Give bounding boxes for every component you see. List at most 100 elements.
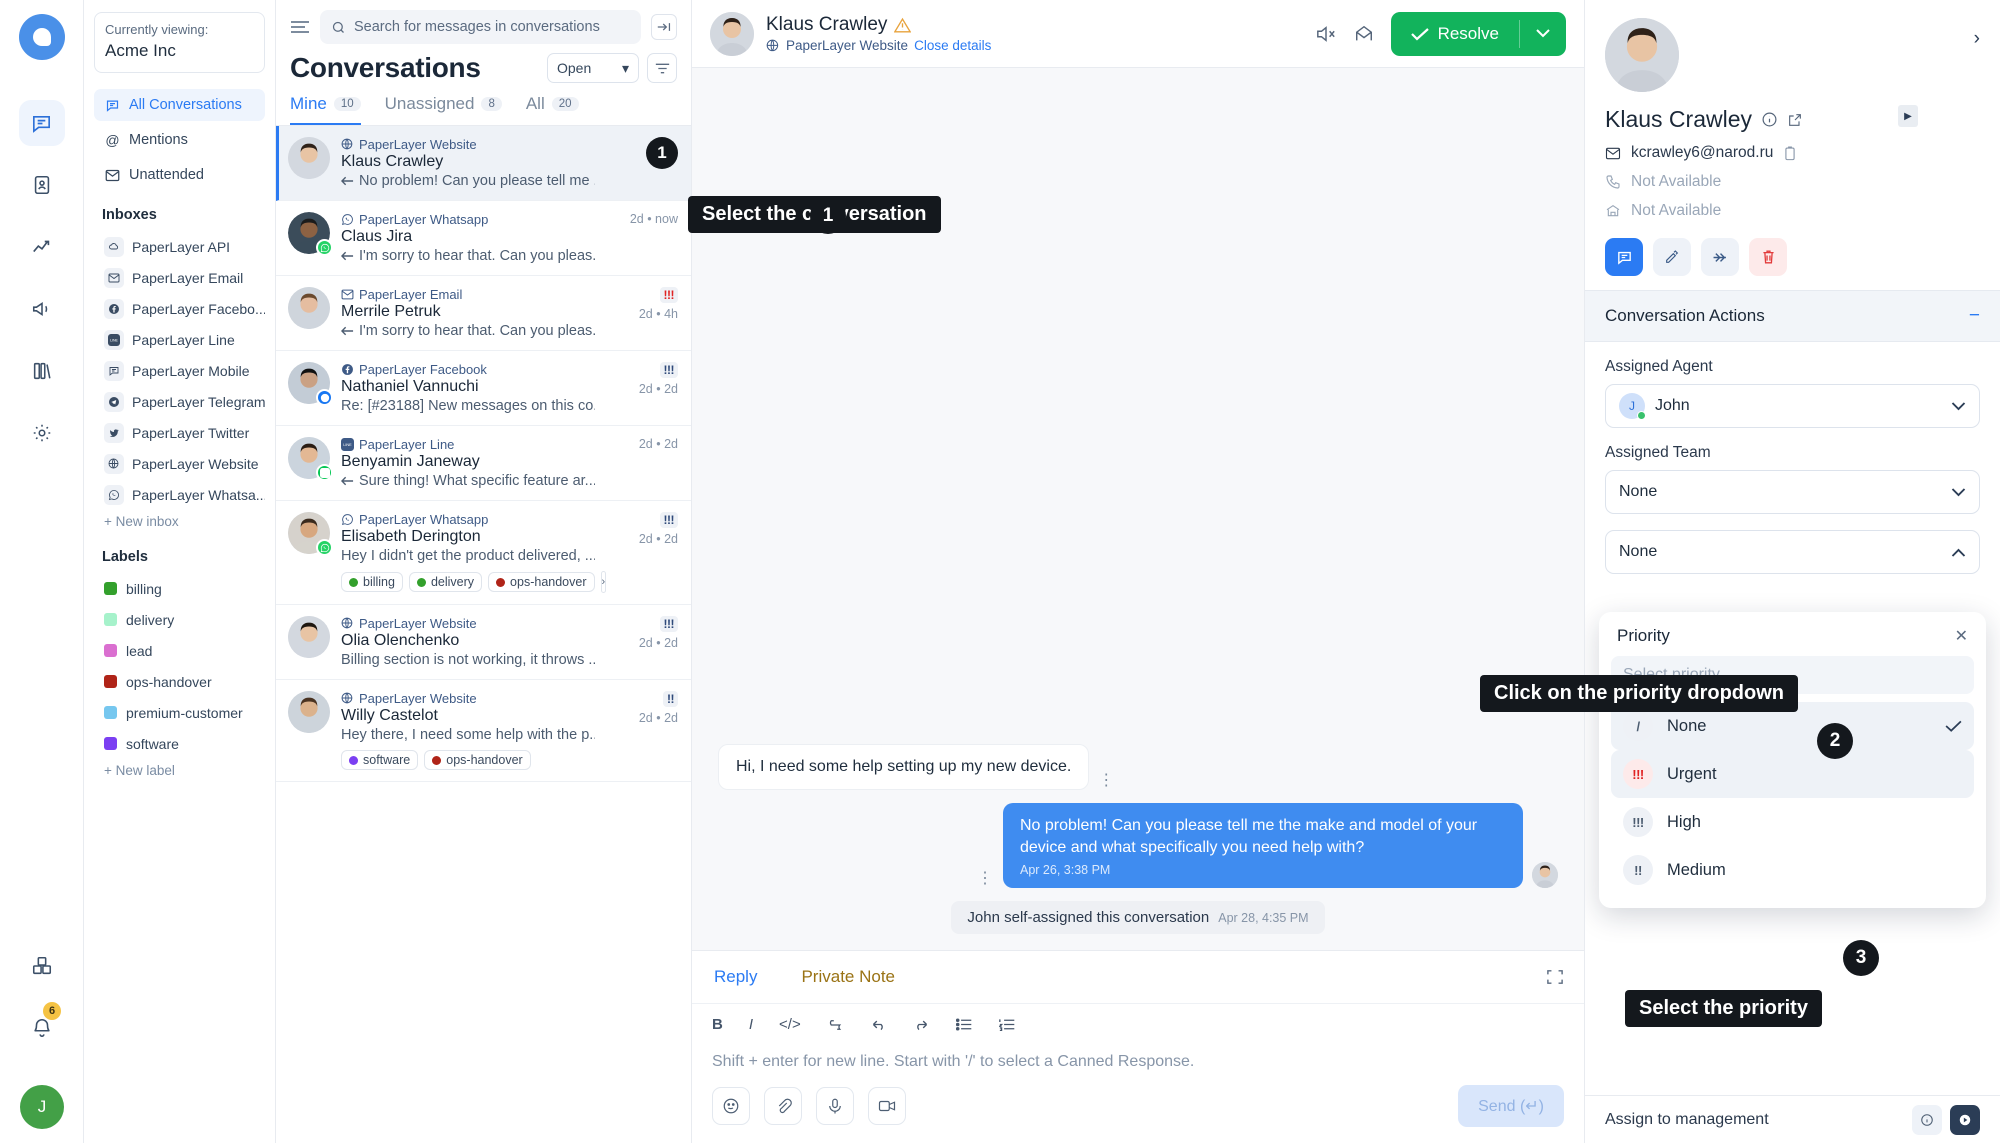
menu-icon[interactable]: [290, 20, 310, 34]
attachment-icon[interactable]: [764, 1087, 802, 1125]
resolve-button[interactable]: Resolve: [1390, 11, 1566, 56]
delete-icon[interactable]: [1749, 238, 1787, 276]
merge-icon[interactable]: [1701, 238, 1739, 276]
inbox-item-paperlayer-api[interactable]: PaperLayer API: [94, 231, 265, 262]
tab-reply[interactable]: Reply: [692, 951, 780, 1003]
message-menu-icon[interactable]: ⋮: [1098, 770, 1115, 790]
label-item-ops-handover[interactable]: ops-handover: [94, 666, 265, 697]
link-icon[interactable]: [827, 1019, 844, 1031]
bold-icon[interactable]: B: [712, 1016, 723, 1033]
open-external-icon[interactable]: [1787, 112, 1803, 128]
redo-icon[interactable]: [913, 1018, 930, 1031]
rail-item-conversations[interactable]: [18, 100, 65, 146]
tab-unassigned[interactable]: Unassigned 8: [385, 94, 502, 125]
conversation-item[interactable]: PaperLayer Whatsapp Elisabeth Derington …: [276, 501, 691, 605]
close-details-link[interactable]: Close details: [914, 38, 991, 53]
label-item-delivery[interactable]: delivery: [94, 604, 265, 635]
inbox-item-paperlayer-email[interactable]: PaperLayer Email: [94, 262, 265, 293]
label-item-software[interactable]: software: [94, 728, 265, 759]
label-item-lead[interactable]: lead: [94, 635, 265, 666]
new-inbox-button[interactable]: + New inbox: [94, 510, 265, 533]
rail-item-notifications[interactable]: 6: [19, 1002, 65, 1051]
send-button[interactable]: Send (↵): [1458, 1085, 1564, 1127]
status-filter-dropdown[interactable]: Open ▾: [547, 53, 639, 83]
conversation-meta: !!! 2d • 2d: [606, 362, 678, 414]
conversation-item[interactable]: PaperLayer Website Klaus Crawley No prob…: [276, 126, 691, 201]
info-icon[interactable]: [1761, 111, 1778, 128]
composer-input[interactable]: Shift + enter for new line. Start with '…: [692, 1037, 1584, 1071]
message-menu-icon[interactable]: ⋮: [977, 868, 994, 888]
collapse-icon[interactable]: −: [1969, 305, 1980, 327]
conversation-tags: software ops-handover: [341, 750, 595, 770]
sidebar-item-mentions[interactable]: @ Mentions: [94, 124, 265, 156]
priority-option-urgent[interactable]: !!! Urgent: [1611, 750, 1974, 798]
tag[interactable]: ops-handover: [488, 572, 595, 592]
italic-icon[interactable]: I: [749, 1016, 753, 1033]
priority-option-medium[interactable]: !! Medium: [1611, 846, 1974, 894]
tab-private-note[interactable]: Private Note: [779, 951, 917, 1003]
inbox-item-paperlayer-facebo[interactable]: PaperLayer Facebo...: [94, 293, 265, 324]
conversation-item[interactable]: PaperLayer Email Merrile Petruk I'm sorr…: [276, 276, 691, 351]
mute-icon[interactable]: [1315, 24, 1337, 44]
priority-option-high[interactable]: !!! High: [1611, 798, 1974, 846]
inbox-item-paperlayer-twitter[interactable]: PaperLayer Twitter: [94, 417, 265, 448]
filter-button[interactable]: [647, 53, 677, 83]
microphone-icon[interactable]: [816, 1087, 854, 1125]
conversation-item[interactable]: PaperLayer Website Willy Castelot Hey th…: [276, 680, 691, 782]
sidebar-item-unattended[interactable]: Unattended: [94, 159, 265, 191]
tag[interactable]: delivery: [408, 572, 483, 592]
play-icon[interactable]: [1950, 1104, 1980, 1135]
rail-item-settings[interactable]: [19, 410, 65, 456]
priority-dropdown[interactable]: None: [1605, 530, 1980, 574]
numbered-list-icon[interactable]: [998, 1018, 1016, 1031]
rail-item-reports[interactable]: [19, 224, 65, 270]
conversation-item[interactable]: PaperLayer Whatsapp Claus Jira I'm sorry…: [276, 201, 691, 276]
tag[interactable]: software: [341, 750, 419, 770]
close-icon[interactable]: ✕: [1955, 626, 1968, 646]
expand-thread-icon[interactable]: ▶: [1898, 105, 1918, 127]
undo-icon[interactable]: [870, 1018, 887, 1031]
code-icon[interactable]: </>: [779, 1016, 801, 1033]
tab-mine[interactable]: Mine 10: [290, 94, 361, 125]
video-icon[interactable]: [868, 1087, 906, 1125]
edit-icon[interactable]: [1653, 238, 1691, 276]
current-user-avatar[interactable]: J: [20, 1085, 64, 1129]
chevron-down-icon: [1951, 401, 1966, 411]
conversation-item[interactable]: PaperLayer Website Olia Olenchenko Billi…: [276, 605, 691, 680]
assigned-agent-dropdown[interactable]: J John: [1605, 384, 1980, 428]
inbox-item-paperlayer-telegram[interactable]: PaperLayer Telegram: [94, 386, 265, 417]
conversation-actions-header[interactable]: Conversation Actions −: [1585, 290, 2000, 342]
share-icon[interactable]: [1353, 24, 1375, 44]
inbox-item-paperlayer-website[interactable]: PaperLayer Website: [94, 448, 265, 479]
conversation-item[interactable]: PaperLayer Facebook Nathaniel Vannuchi R…: [276, 351, 691, 426]
assigned-team-dropdown[interactable]: None: [1605, 470, 1980, 514]
chevron-right-icon[interactable]: ›: [1974, 28, 1980, 50]
chevron-down-icon[interactable]: [1520, 29, 1566, 38]
info-icon[interactable]: [1912, 1104, 1942, 1135]
new-label-button[interactable]: + New label: [94, 759, 265, 782]
label-item-premium-customer[interactable]: premium-customer: [94, 697, 265, 728]
label-item-billing[interactable]: billing: [94, 573, 265, 604]
chat-icon[interactable]: [1605, 238, 1643, 276]
assign-to-management-row[interactable]: Assign to management: [1585, 1095, 2000, 1143]
tag[interactable]: ops-handover: [424, 750, 531, 770]
inbox-item-paperlayer-mobile[interactable]: PaperLayer Mobile: [94, 355, 265, 386]
inbox-item-paperlayer-line[interactable]: LINE PaperLayer Line: [94, 324, 265, 355]
rail-item-help-center[interactable]: [19, 348, 65, 394]
expand-search-button[interactable]: [651, 14, 677, 40]
expand-composer-icon[interactable]: [1546, 969, 1584, 985]
inbox-item-paperlayer-whatsa[interactable]: PaperLayer Whatsa...: [94, 479, 265, 510]
sidebar-item-all-conversations[interactable]: All Conversations: [94, 89, 265, 121]
rail-item-campaigns[interactable]: [19, 286, 65, 332]
copy-icon[interactable]: [1783, 145, 1797, 161]
tag[interactable]: billing: [341, 572, 403, 592]
account-switcher[interactable]: Currently viewing: Acme Inc: [94, 12, 265, 73]
bullet-list-icon[interactable]: [955, 1018, 973, 1031]
rail-item-contacts[interactable]: [19, 162, 65, 208]
rail-item-integrations[interactable]: [19, 943, 65, 989]
tab-all[interactable]: All 20: [526, 94, 579, 125]
search-input[interactable]: Search for messages in conversations: [320, 10, 641, 44]
emoji-icon[interactable]: [712, 1087, 750, 1125]
priority-indicator: !!!: [659, 616, 678, 632]
conversation-item[interactable]: LINE LINE PaperLayer Line Benyamin Janew…: [276, 426, 691, 501]
